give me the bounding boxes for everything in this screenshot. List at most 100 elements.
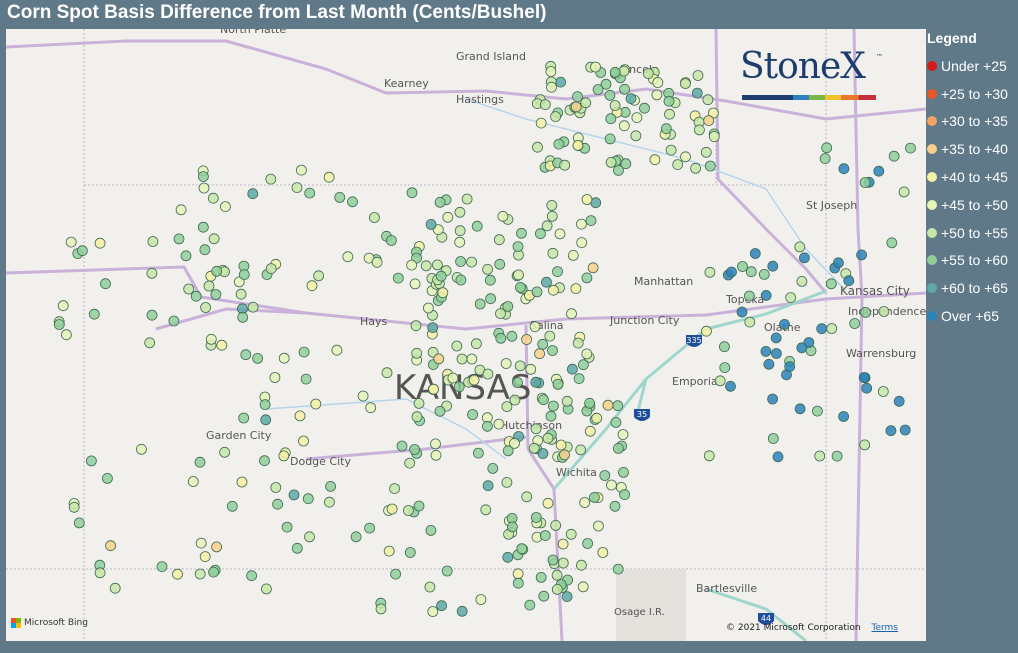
- elevator-marker[interactable]: [512, 241, 524, 253]
- elevator-marker[interactable]: [260, 583, 272, 595]
- elevator-marker[interactable]: [544, 330, 556, 342]
- elevator-marker[interactable]: [516, 227, 527, 239]
- elevator-marker[interactable]: [612, 563, 624, 575]
- elevator-marker[interactable]: [534, 348, 545, 360]
- elevator-marker[interactable]: [509, 394, 521, 406]
- elevator-marker[interactable]: [461, 193, 473, 205]
- elevator-marker[interactable]: [672, 159, 684, 171]
- elevator-marker[interactable]: [404, 547, 416, 558]
- elevator-marker[interactable]: [704, 160, 716, 172]
- elevator-marker[interactable]: [859, 439, 871, 451]
- elevator-marker[interactable]: [260, 414, 272, 426]
- elevator-marker[interactable]: [639, 102, 650, 114]
- elevator-marker[interactable]: [587, 262, 599, 274]
- elevator-marker[interactable]: [565, 528, 577, 540]
- elevator-marker[interactable]: [546, 210, 558, 222]
- elevator-marker[interactable]: [760, 345, 772, 357]
- elevator-marker[interactable]: [515, 281, 526, 293]
- elevator-marker[interactable]: [456, 605, 468, 617]
- elevator-marker[interactable]: [500, 358, 512, 369]
- elevator-marker[interactable]: [555, 439, 567, 451]
- elevator-marker[interactable]: [546, 199, 558, 211]
- elevator-marker[interactable]: [281, 521, 293, 533]
- elevator-marker[interactable]: [208, 566, 220, 578]
- elevator-marker[interactable]: [65, 236, 77, 248]
- elevator-marker[interactable]: [334, 191, 346, 203]
- elevator-marker[interactable]: [589, 491, 600, 503]
- elevator-marker[interactable]: [514, 360, 526, 372]
- elevator-marker[interactable]: [535, 228, 546, 240]
- elevator-marker[interactable]: [579, 497, 591, 508]
- elevator-marker[interactable]: [613, 164, 624, 176]
- elevator-marker[interactable]: [785, 292, 797, 304]
- elevator-marker[interactable]: [105, 540, 116, 552]
- elevator-marker[interactable]: [278, 352, 290, 364]
- elevator-marker[interactable]: [422, 302, 434, 314]
- elevator-marker[interactable]: [247, 188, 259, 200]
- elevator-marker[interactable]: [886, 237, 898, 249]
- elevator-markers[interactable]: [53, 60, 916, 617]
- elevator-marker[interactable]: [431, 259, 443, 271]
- elevator-marker[interactable]: [247, 301, 259, 313]
- elevator-marker[interactable]: [156, 561, 168, 572]
- elevator-marker[interactable]: [168, 315, 180, 327]
- elevator-marker[interactable]: [535, 572, 547, 583]
- elevator-marker[interactable]: [294, 410, 306, 422]
- elevator-marker[interactable]: [719, 362, 731, 374]
- elevator-marker[interactable]: [899, 424, 911, 436]
- elevator-marker[interactable]: [454, 206, 466, 218]
- elevator-marker[interactable]: [584, 397, 595, 409]
- elevator-marker[interactable]: [838, 163, 850, 175]
- elevator-marker[interactable]: [472, 447, 484, 459]
- elevator-marker[interactable]: [553, 138, 565, 150]
- elevator-marker[interactable]: [304, 531, 315, 543]
- elevator-marker[interactable]: [175, 204, 187, 216]
- elevator-marker[interactable]: [442, 211, 454, 223]
- elevator-marker[interactable]: [383, 545, 395, 557]
- elevator-marker[interactable]: [552, 378, 564, 390]
- elevator-marker[interactable]: [310, 398, 322, 410]
- elevator-marker[interactable]: [474, 298, 486, 310]
- elevator-marker[interactable]: [530, 512, 542, 523]
- elevator-marker[interactable]: [298, 346, 310, 358]
- elevator-marker[interactable]: [593, 520, 604, 532]
- elevator-marker[interactable]: [109, 582, 121, 594]
- elevator-marker[interactable]: [555, 76, 566, 88]
- elevator-marker[interactable]: [470, 338, 482, 350]
- elevator-marker[interactable]: [411, 411, 423, 423]
- elevator-marker[interactable]: [599, 470, 611, 481]
- elevator-marker[interactable]: [597, 547, 609, 558]
- elevator-marker[interactable]: [537, 448, 549, 459]
- elevator-marker[interactable]: [630, 130, 642, 142]
- elevator-marker[interactable]: [539, 99, 551, 110]
- elevator-marker[interactable]: [843, 275, 855, 287]
- elevator-marker[interactable]: [513, 269, 524, 281]
- elevator-marker[interactable]: [530, 376, 542, 388]
- elevator-marker[interactable]: [482, 368, 494, 380]
- elevator-marker[interactable]: [427, 322, 439, 334]
- elevator-marker[interactable]: [494, 258, 506, 270]
- elevator-marker[interactable]: [278, 450, 290, 462]
- elevator-marker[interactable]: [631, 112, 643, 123]
- elevator-marker[interactable]: [605, 113, 617, 125]
- elevator-marker[interactable]: [758, 268, 770, 280]
- elevator-marker[interactable]: [430, 449, 442, 461]
- elevator-marker[interactable]: [736, 306, 748, 318]
- elevator-marker[interactable]: [561, 591, 573, 602]
- elevator-marker[interactable]: [200, 302, 212, 313]
- elevator-marker[interactable]: [660, 123, 672, 135]
- elevator-marker[interactable]: [690, 162, 701, 174]
- elevator-marker[interactable]: [591, 412, 603, 424]
- elevator-marker[interactable]: [767, 393, 778, 405]
- elevator-marker[interactable]: [323, 496, 335, 508]
- elevator-marker[interactable]: [602, 399, 614, 411]
- elevator-marker[interactable]: [252, 352, 264, 364]
- elevator-marker[interactable]: [529, 321, 541, 333]
- elevator-marker[interactable]: [210, 289, 222, 300]
- elevator-marker[interactable]: [396, 440, 408, 452]
- elevator-marker[interactable]: [481, 420, 493, 432]
- elevator-marker[interactable]: [495, 332, 507, 344]
- elevator-marker[interactable]: [357, 390, 369, 402]
- elevator-marker[interactable]: [609, 66, 621, 78]
- elevator-marker[interactable]: [265, 263, 277, 275]
